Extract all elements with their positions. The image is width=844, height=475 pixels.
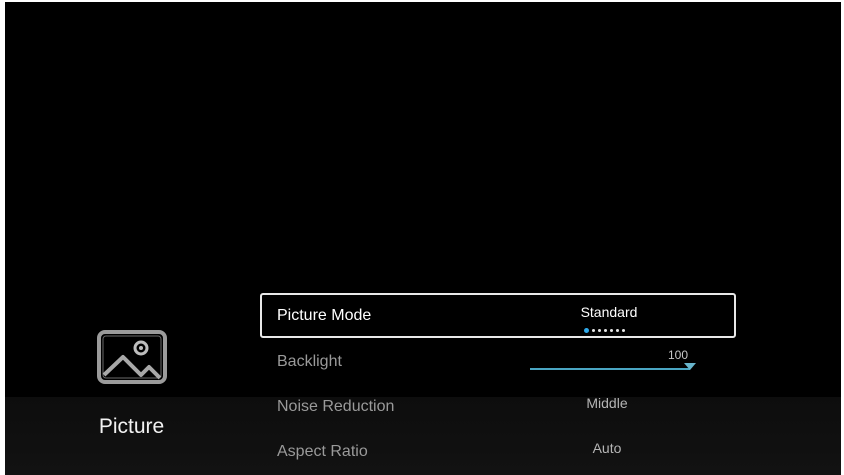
menu-item-value: Auto [592,440,622,456]
option-dot [622,329,625,333]
category-panel: Picture [5,290,255,475]
menu-item-aspect-ratio[interactable]: Aspect Ratio Auto [260,428,736,473]
category-title: Picture [98,415,165,438]
menu-item-noise-reduction[interactable]: Noise Reduction Middle [260,383,736,428]
menu-item-backlight[interactable]: Backlight 100 [260,338,736,383]
slider-value: 100 [667,348,689,362]
menu-item-value: Middle [586,395,628,411]
menu-item-value: Standard [580,304,638,320]
menu-item-label: Picture Mode [277,307,372,324]
frame-top-edge [0,0,844,2]
option-dot-active [584,328,589,334]
option-dot [592,329,595,333]
option-dot [616,329,619,333]
tv-screen: Picture Picture Mode Standard Backlight … [0,0,844,475]
picture-icon [97,330,167,384]
menu-item-label: Backlight [277,353,342,370]
backlight-slider-thumb[interactable] [684,363,696,370]
option-dot [610,329,613,333]
option-indicator [584,322,628,334]
menu-item-label: Noise Reduction [277,398,395,415]
option-dot [598,329,601,333]
picture-settings-menu: Picture Mode Standard Backlight 100 Nois… [260,293,736,475]
menu-item-label: Aspect Ratio [277,443,368,460]
option-dot [604,329,607,333]
menu-item-picture-mode[interactable]: Picture Mode Standard [260,293,736,338]
backlight-slider-track[interactable] [530,368,690,370]
